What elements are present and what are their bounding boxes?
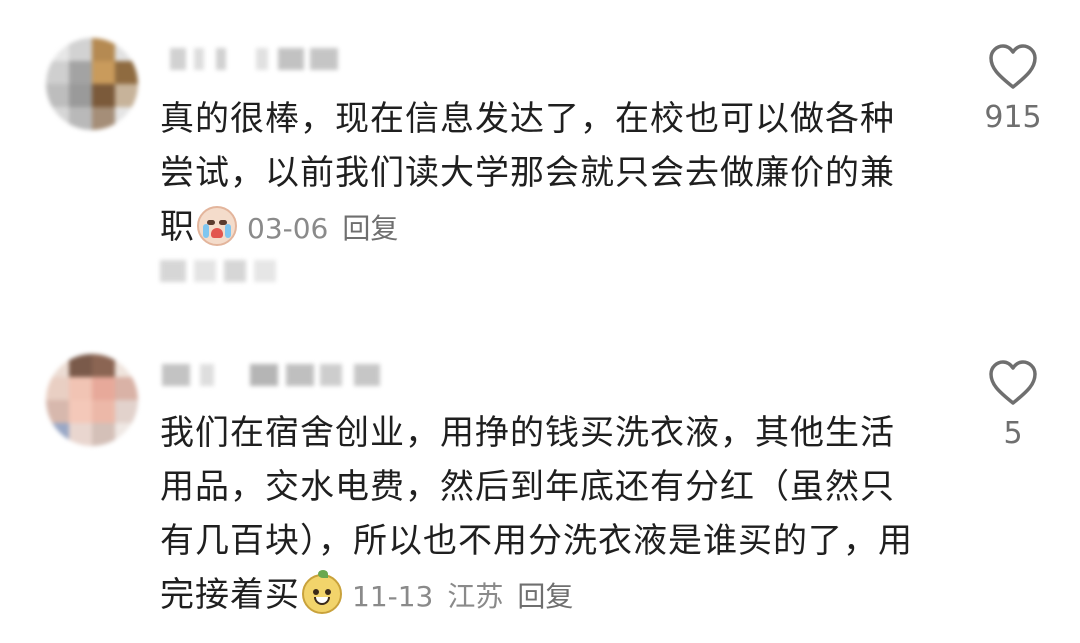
reply-button[interactable]: 回复 xyxy=(517,580,573,613)
like-count: 915 xyxy=(984,100,1042,135)
username-redacted[interactable] xyxy=(160,358,390,388)
heart-icon xyxy=(989,360,1037,405)
comment-meta: 03-06 回复 xyxy=(247,212,412,245)
avatar[interactable] xyxy=(46,38,138,130)
avatar[interactable] xyxy=(46,354,138,446)
cry-face-icon xyxy=(197,206,237,246)
username-redacted[interactable] xyxy=(160,42,350,72)
reply-preview-redacted[interactable] xyxy=(160,250,300,294)
comment-body: 真的很棒，现在信息发达了，在校也可以做各种尝试，以前我们读大学那会就只会去做廉价… xyxy=(160,92,920,256)
like-button[interactable]: 5 xyxy=(985,360,1041,451)
like-button[interactable]: 915 xyxy=(984,44,1042,135)
comment-date: 11-13 xyxy=(352,580,434,613)
comment-meta: 11-13 江苏 回复 xyxy=(352,580,587,613)
heart-icon xyxy=(989,44,1037,89)
comment-date: 03-06 xyxy=(247,212,329,245)
pear-grin-icon xyxy=(302,570,342,614)
reply-button[interactable]: 回复 xyxy=(342,212,398,245)
like-count: 5 xyxy=(1003,416,1023,451)
comment-location: 江苏 xyxy=(447,580,504,613)
comment-body: 我们在宿舍创业，用挣的钱买洗衣液，其他生活用品，交水电费，然后到年底还有分红（虽… xyxy=(160,406,920,624)
